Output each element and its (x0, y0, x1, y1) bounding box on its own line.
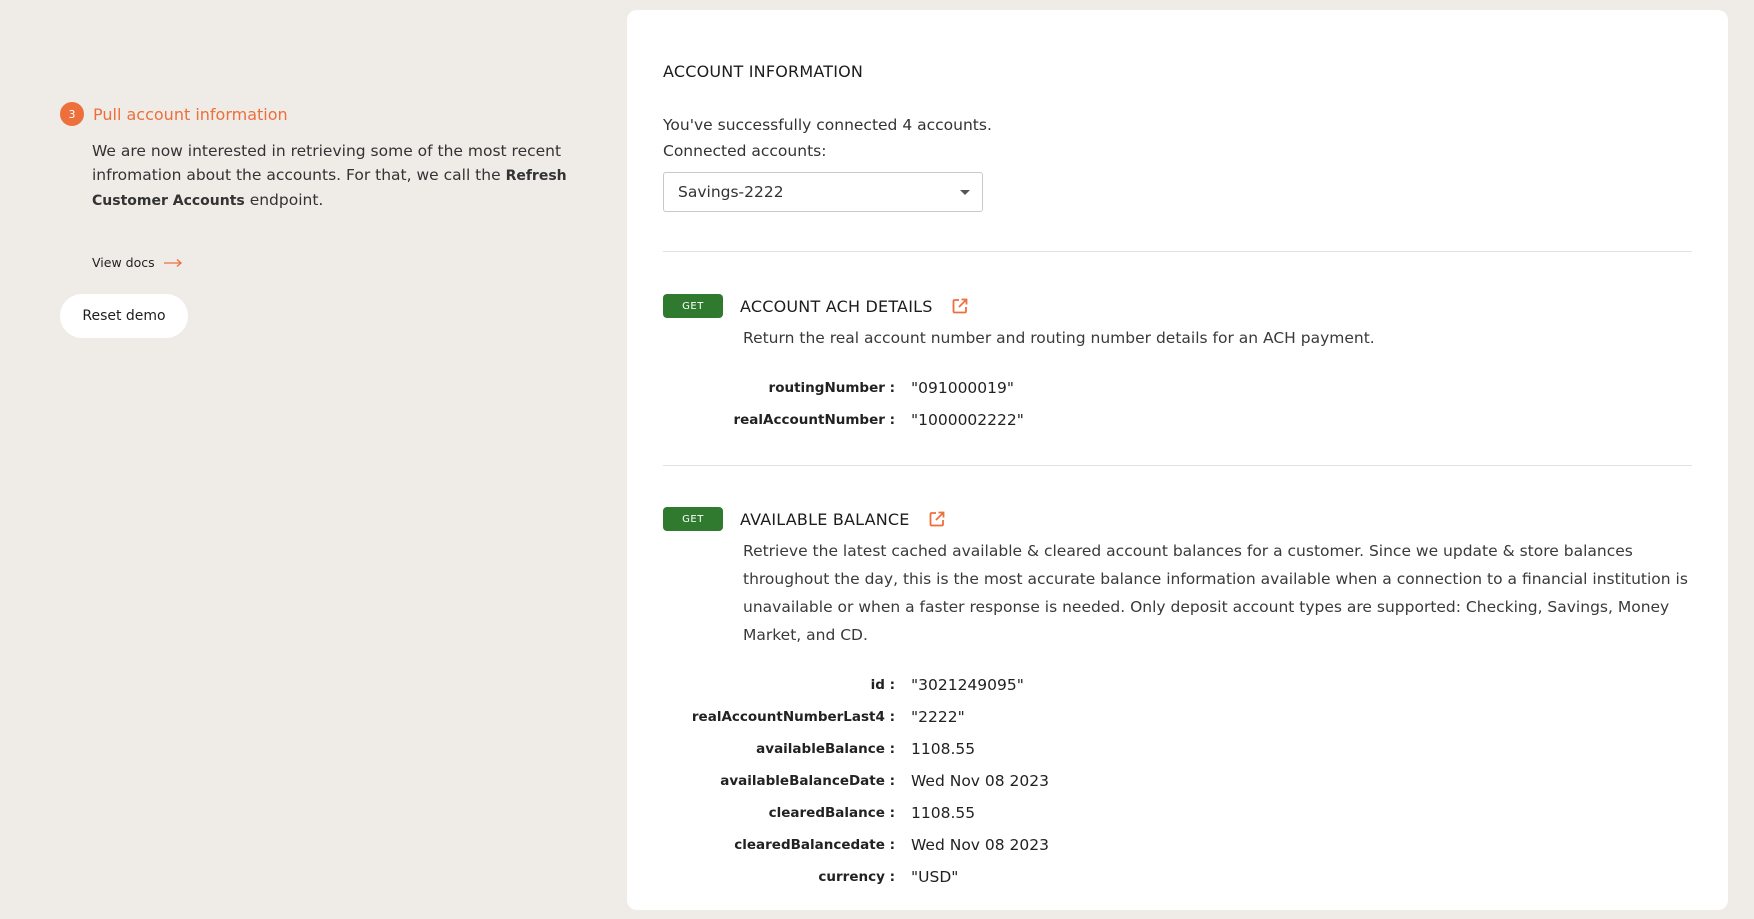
page: 3 Pull account information We are now in… (0, 0, 1754, 919)
field-row: availableBalance : 1108.55 (663, 733, 1692, 765)
endpoint-ach-details: GET ACCOUNT ACH DETAILS Return the real … (663, 294, 1692, 436)
field-value: 1108.55 (911, 804, 976, 822)
field-value: "3021249095" (911, 676, 1024, 694)
field-row: realAccountNumberLast4 : "2222" (663, 701, 1692, 733)
divider (663, 251, 1692, 252)
endpoint-fields: routingNumber : "091000019" realAccountNum… (663, 372, 1692, 436)
endpoint-fields: id : "3021249095" realAccountNumberLast4 :… (663, 669, 1692, 893)
get-method-badge: GET (663, 507, 723, 531)
field-row: routingNumber : "091000019" (663, 372, 1692, 404)
field-value: "1000002222" (911, 411, 1024, 429)
field-key: availableBalance : (756, 741, 895, 757)
field-key: clearedBalance : (768, 805, 895, 821)
field-key: realAccountNumberLast4 : (691, 709, 895, 725)
field-row: clearedBalancedate : Wed Nov 08 2023 (663, 829, 1692, 861)
card-title: ACCOUNT INFORMATION (663, 62, 864, 81)
field-row: availableBalanceDate : Wed Nov 08 2023 (663, 765, 1692, 797)
field-key: realAccountNumber : (733, 412, 895, 428)
step-header: 3 Pull account information (60, 102, 580, 126)
field-key: currency : (818, 869, 895, 885)
step-panel: 3 Pull account information We are now in… (60, 102, 580, 213)
field-row: currency : "USD" (663, 861, 1692, 893)
divider (663, 465, 1692, 466)
field-value: "USD" (911, 868, 959, 886)
endpoint-title: ACCOUNT ACH DETAILS (740, 296, 933, 316)
field-row: id : "3021249095" (663, 669, 1692, 701)
external-link-icon[interactable] (951, 297, 969, 315)
step-title: Pull account information (93, 104, 288, 124)
connected-accounts-label: Connected accounts: (663, 142, 827, 160)
success-message: You've successfully connected 4 accounts… (663, 116, 992, 134)
field-key: routingNumber : (768, 380, 895, 396)
account-information-card: ACCOUNT INFORMATION You've successfully … (627, 10, 1728, 910)
view-docs-label: View docs (92, 255, 155, 270)
step-description-end: endpoint. (244, 191, 324, 209)
account-select-value: Savings-2222 (678, 183, 784, 201)
field-value: Wed Nov 08 2023 (911, 836, 1049, 854)
arrow-right-icon (163, 258, 182, 267)
step-description-text: We are now interested in retrieving some… (92, 142, 562, 184)
field-value: 1108.55 (911, 740, 976, 758)
endpoint-title: AVAILABLE BALANCE (740, 509, 910, 529)
field-row: clearedBalance : 1108.55 (663, 797, 1692, 829)
step-number-badge: 3 (60, 102, 84, 126)
chevron-down-icon (960, 189, 970, 195)
endpoint-description: Retrieve the latest cached available & c… (743, 542, 1688, 644)
external-link-icon[interactable] (928, 510, 946, 528)
endpoint-header: GET AVAILABLE BALANCE (663, 507, 1692, 531)
endpoint-available-balance: GET AVAILABLE BALANCE Retrieve the lates… (663, 507, 1692, 893)
field-value: "2222" (911, 708, 965, 726)
field-value: "091000019" (911, 379, 1015, 397)
field-key: id : (870, 677, 895, 693)
field-key: availableBalanceDate : (720, 773, 895, 789)
field-key: clearedBalancedate : (734, 837, 895, 853)
reset-demo-button[interactable]: Reset demo (60, 294, 188, 338)
endpoint-description: Return the real account number and routi… (743, 329, 1375, 347)
account-select[interactable]: Savings-2222 (663, 172, 983, 212)
field-value: Wed Nov 08 2023 (911, 772, 1049, 790)
step-description: We are now interested in retrieving some… (92, 139, 572, 213)
get-method-badge: GET (663, 294, 723, 318)
endpoint-header: GET ACCOUNT ACH DETAILS (663, 294, 1692, 318)
field-row: realAccountNumber : "1000002222" (663, 404, 1692, 436)
view-docs-link[interactable]: View docs (92, 255, 183, 270)
